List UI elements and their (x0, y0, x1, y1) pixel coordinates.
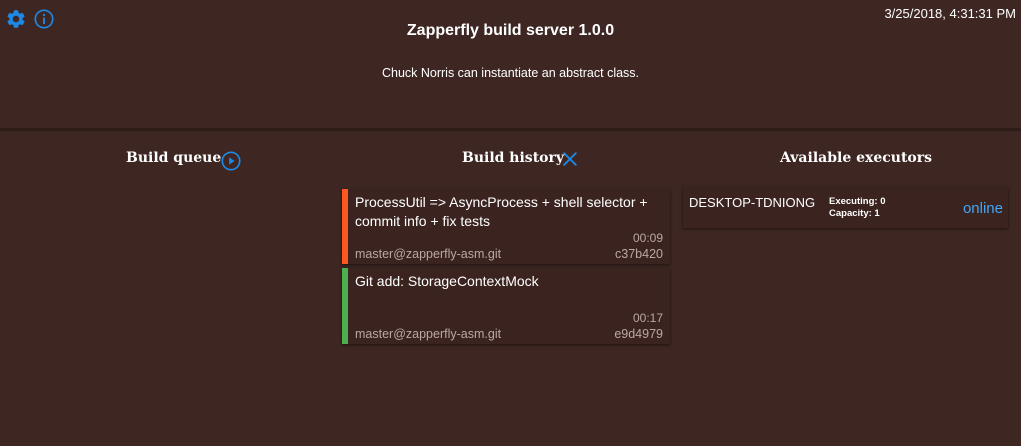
build-status-stripe (342, 268, 348, 344)
commit-hash: e9d4979 (614, 327, 663, 341)
build-queue-title: Build queue (126, 150, 222, 166)
header: 3/25/2018, 4:31:31 PM Zapperfly build se… (0, 0, 1021, 128)
chuck-norris-joke: Chuck Norris can instantiate an abstract… (381, 66, 640, 80)
executor-executing: Executing: 0 (829, 196, 886, 207)
executor-status: online (962, 200, 1003, 217)
build-duration: 00:09 (632, 231, 663, 245)
close-icon[interactable] (560, 149, 580, 169)
executor-name: DESKTOP-TDNIONG (689, 195, 816, 210)
build-history-item[interactable]: Git add: StorageContextMock 00:17 master… (342, 268, 670, 344)
commit-message: ProcessUtil => AsyncProcess + shell sele… (355, 194, 648, 229)
build-duration: 00:17 (632, 311, 663, 325)
executors-title: Available executors (780, 150, 933, 166)
header-divider (0, 128, 1021, 130)
repo-branch: master@zapperfly-asm.git (355, 327, 502, 341)
build-history-title: Build history (462, 150, 565, 166)
commit-message: Git add: StorageContextMock (355, 273, 539, 289)
executor-card: DESKTOP-TDNIONG Executing: 0 Capacity: 1… (683, 187, 1008, 228)
build-status-stripe (342, 189, 348, 264)
play-circle-icon[interactable] (220, 150, 242, 172)
repo-branch: master@zapperfly-asm.git (355, 247, 502, 261)
datetime: 3/25/2018, 4:31:31 PM (884, 6, 1016, 21)
executor-capacity: Capacity: 1 (829, 208, 880, 219)
build-history-item[interactable]: ProcessUtil => AsyncProcess + shell sele… (342, 189, 670, 264)
app-title: Zapperfly build server 1.0.0 (406, 22, 615, 39)
commit-hash: c37b420 (615, 247, 663, 261)
